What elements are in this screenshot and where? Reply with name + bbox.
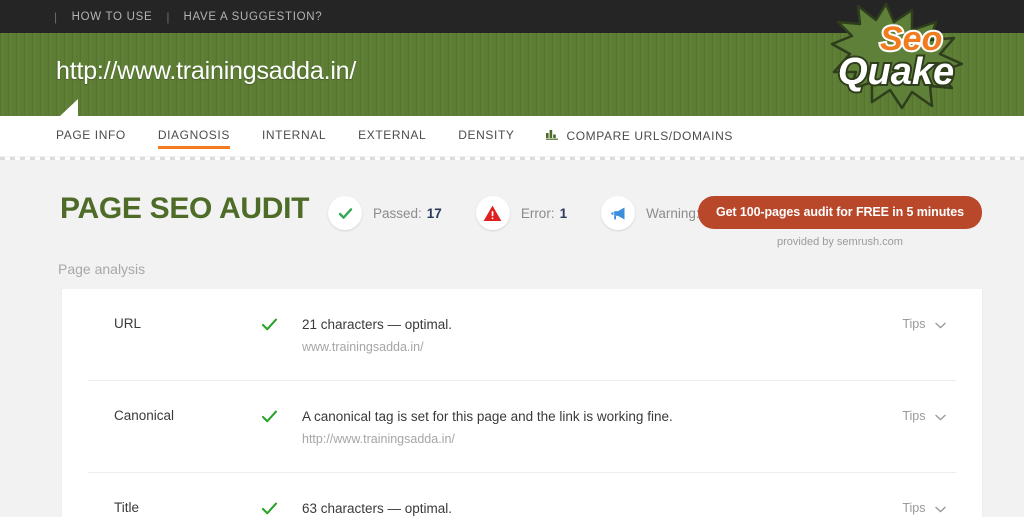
diagnosis-content: PAGE SEO AUDIT Passed: 17 Error: 1 Warni…: [0, 160, 1024, 517]
nav-tab-density[interactable]: DENSITY: [458, 128, 514, 149]
separator-pipe-2: |: [166, 9, 170, 24]
cta-block: Get 100-pages audit for FREE in 5 minute…: [697, 196, 982, 248]
nav-tab-internal[interactable]: INTERNAL: [262, 128, 326, 149]
main-nav: PAGE INFO DIAGNOSIS INTERNAL EXTERNAL DE…: [0, 116, 1024, 156]
status-check-icon: [260, 499, 302, 517]
row-subtext: www.trainingsadda.in/: [302, 339, 424, 354]
tips-label: Tips: [902, 409, 926, 424]
row-body: A canonical tag is set for this page and…: [302, 407, 860, 448]
table-row: Title 63 characters — optimal. Best Tips…: [88, 473, 956, 517]
row-subtext: http://www.trainingsadda.in/: [302, 431, 455, 446]
error-triangle-icon: [475, 196, 510, 230]
row-body: 21 characters — optimal. www.trainingsad…: [302, 315, 860, 356]
nav-tab-external[interactable]: EXTERNAL: [358, 128, 426, 149]
stat-error[interactable]: Error: 1: [475, 196, 568, 230]
nav-tab-external-label: EXTERNAL: [358, 128, 427, 142]
audit-summary-stats: Passed: 17 Error: 1 Warning:: [328, 196, 746, 230]
tips-label: Tips: [902, 501, 926, 516]
how-to-use-link[interactable]: HOW TO USE: [72, 11, 153, 23]
status-check-icon: [260, 315, 302, 339]
stat-warning[interactable]: Warning: 4: [601, 196, 712, 230]
bar-chart-icon: [546, 128, 559, 143]
tips-label: Tips: [902, 317, 926, 331]
stat-passed-value: 17: [426, 205, 442, 221]
stat-error-value: 1: [559, 205, 568, 221]
audit-header: PAGE SEO AUDIT Passed: 17 Error: 1 Warni…: [0, 160, 1024, 277]
section-label-page-analysis: Page analysis: [58, 261, 146, 277]
nav-tab-internal-label: INTERNAL: [261, 128, 327, 142]
row-message: 21 characters — optimal.: [302, 317, 453, 332]
chevron-down-icon: [935, 410, 946, 424]
have-a-suggestion-link[interactable]: HAVE A SUGGESTION?: [183, 11, 322, 23]
nav-tab-compare-urls-domains[interactable]: COMPARE URLS/DOMAINS: [546, 128, 732, 150]
stat-error-label: Error:: [520, 205, 555, 221]
row-message: A canonical tag is set for this page and…: [302, 409, 673, 425]
nav-tab-page-info-label: PAGE INFO: [56, 128, 126, 142]
tips-toggle[interactable]: Tips: [860, 407, 956, 424]
check-icon: [328, 196, 362, 230]
table-row: Canonical A canonical tag is set for thi…: [88, 381, 956, 474]
separator-pipe-1: |: [54, 9, 58, 24]
stat-warning-label: Warning:: [646, 205, 700, 221]
row-message: 63 characters — optimal.: [302, 501, 453, 517]
banner-notch: [60, 99, 78, 116]
row-name: URL: [114, 316, 142, 331]
stat-passed[interactable]: Passed: 17: [328, 196, 442, 230]
chevron-down-icon: [935, 318, 946, 332]
table-row: URL 21 characters — optimal. www.trainin…: [88, 289, 956, 382]
get-free-audit-button[interactable]: Get 100-pages audit for FREE in 5 minute…: [697, 196, 982, 229]
status-check-icon: [260, 407, 302, 431]
page-title: PAGE SEO AUDIT: [60, 192, 310, 225]
seoquake-logo[interactable]: Seo Quake Q: [824, 2, 1014, 110]
page-analysis-card: URL 21 characters — optimal. www.trainin…: [62, 289, 982, 517]
svg-text:Q: Q: [838, 51, 868, 93]
cta-provider-note: provided by semrush.com: [777, 236, 903, 248]
tips-toggle[interactable]: Tips: [860, 499, 956, 516]
nav-tab-density-label: DENSITY: [458, 128, 515, 142]
megaphone-icon: [601, 196, 636, 230]
row-body: 63 characters — optimal. Best Tips And T…: [302, 499, 860, 517]
analyzed-url: http://www.trainingsadda.in/: [56, 57, 357, 85]
nav-tab-page-info[interactable]: PAGE INFO: [56, 128, 126, 149]
stat-passed-label: Passed:: [373, 205, 422, 221]
chevron-down-icon: [935, 502, 946, 516]
tips-toggle[interactable]: Tips: [860, 315, 956, 332]
row-name: Canonical: [114, 408, 175, 424]
nav-tab-diagnosis[interactable]: DIAGNOSIS: [157, 128, 231, 149]
seoquake-diagnosis-page: | HOW TO USE | HAVE A SUGGESTION? http:/…: [0, 0, 1024, 517]
row-name: Title: [114, 500, 140, 516]
nav-tab-compare-label: COMPARE URLS/DOMAINS: [566, 128, 733, 143]
nav-tab-diagnosis-label: DIAGNOSIS: [157, 128, 230, 142]
